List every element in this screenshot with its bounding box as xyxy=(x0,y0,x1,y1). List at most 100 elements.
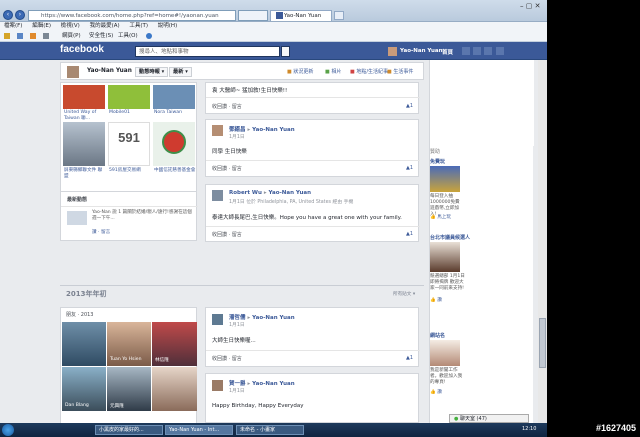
post-time-2[interactable]: 1月1日 xyxy=(229,133,245,140)
chat-sidebar-toggle[interactable]: ● 聊天室 (47) xyxy=(449,414,529,423)
post-author-5[interactable]: 賀一爵 ▸ Yao-Nan Yuan xyxy=(229,379,295,387)
scrollbar-thumb[interactable] xyxy=(539,318,546,368)
like-label-6[interactable]: 中國信託慈善基金會 xyxy=(154,168,196,174)
start-button[interactable] xyxy=(2,424,14,436)
user-avatar[interactable] xyxy=(388,47,397,56)
ad-like-1[interactable]: 👍 馬上玩 xyxy=(430,215,451,221)
menu-tools[interactable]: 工具(T) xyxy=(129,23,148,29)
ad-title-3[interactable]: 網站名 xyxy=(430,332,445,339)
page-menu[interactable]: 網頁(P) xyxy=(62,31,81,42)
profile-name[interactable]: Yao-Nan Yuan xyxy=(87,68,132,74)
ad-image-1[interactable] xyxy=(430,166,460,192)
forward-icon[interactable]: › xyxy=(15,10,25,20)
ctbc-logo-icon xyxy=(162,130,186,154)
ad-like-3[interactable]: 👍 讚 xyxy=(430,390,442,396)
ad-like-2[interactable]: 👍 讚 xyxy=(430,298,442,304)
ad-image-2[interactable] xyxy=(430,242,460,272)
post-author-4[interactable]: 潘哲儒 ▸ Yao-Nan Yuan xyxy=(229,313,295,321)
refresh-stop-icons[interactable] xyxy=(238,10,268,21)
like-thumb-mobile01[interactable] xyxy=(108,85,150,109)
ad-image-3[interactable] xyxy=(430,340,460,366)
post-actions-3[interactable]: 收回讚 · 留言 xyxy=(212,231,242,238)
profile-thumb[interactable] xyxy=(67,66,79,78)
composer-place[interactable]: ■ 地點/生活紀事 xyxy=(350,68,388,75)
post-actions-2[interactable]: 收回讚 · 留言 xyxy=(212,165,242,172)
like-label-5[interactable]: 591房屋交易網 xyxy=(109,168,151,174)
all-posts-link[interactable]: 所有貼文 ▾ xyxy=(393,291,415,297)
composer-life-event[interactable]: ■ 生活事件 xyxy=(387,68,413,75)
messages-icon[interactable] xyxy=(473,47,481,55)
post-avatar-2[interactable] xyxy=(211,124,224,137)
friend-photo-6[interactable] xyxy=(152,367,197,411)
post-likes-2[interactable]: ▲1 xyxy=(406,165,413,171)
like-label-1[interactable]: United Way of Taiwan 聯... xyxy=(64,110,106,121)
like-label-4[interactable]: 屏東縣鄉聯文件 聯盟 xyxy=(64,168,106,179)
post-likes-1[interactable]: ▲1 xyxy=(406,103,413,109)
taskbar-item-3[interactable]: 未命名 - 小畫家 xyxy=(236,425,304,435)
friend-requests-icon[interactable] xyxy=(462,47,470,55)
post-text-2: 同學 生日快樂 xyxy=(212,149,247,155)
clock[interactable]: 12:10 xyxy=(522,426,536,432)
menu-favorites[interactable]: 我的最愛(A) xyxy=(90,23,120,29)
settings-icon[interactable] xyxy=(496,47,504,55)
composer-status[interactable]: ■ 狀況更新 xyxy=(287,68,313,75)
help-icon[interactable] xyxy=(146,33,152,39)
menu-help[interactable]: 說明(H) xyxy=(158,23,177,29)
post-actions-4[interactable]: 收回讚 · 留言 xyxy=(212,355,242,362)
favorites-star-icon[interactable] xyxy=(4,33,10,39)
menu-view[interactable]: 檢視(V) xyxy=(61,23,80,29)
taskbar-item-2[interactable]: Yao-Nan Yuan - Int... xyxy=(165,425,233,435)
post-avatar-3[interactable] xyxy=(211,189,224,202)
new-tab-button[interactable] xyxy=(334,11,344,20)
friend-name-5[interactable]: 林信隆 xyxy=(155,357,169,363)
like-thumb-591[interactable]: 591 xyxy=(108,122,150,166)
like-thumb-ctbc[interactable] xyxy=(153,122,195,166)
taskbar-item-1[interactable]: 小黑皮的家最好的... xyxy=(95,425,163,435)
post-time-3[interactable]: 1月1日 位於 Philadelphia, PA, United States … xyxy=(229,198,353,205)
back-icon[interactable]: ‹ xyxy=(3,10,13,20)
post-actions-1[interactable]: 收回讚 · 留言 xyxy=(212,103,242,110)
post-card-4: 潘哲儒 ▸ Yao-Nan Yuan 1月1日 大師生日快樂喔... 收回讚 ·… xyxy=(205,307,420,367)
menu-edit[interactable]: 編輯(E) xyxy=(32,23,51,29)
friend-photo-1[interactable] xyxy=(62,322,106,366)
ad-title-2[interactable]: 台北市議員候選人 xyxy=(430,234,470,241)
home-icon[interactable] xyxy=(17,33,23,39)
vertical-scrollbar[interactable] xyxy=(538,60,547,423)
post-time-4[interactable]: 1月1日 xyxy=(229,321,245,328)
like-thumb-nora[interactable] xyxy=(153,85,195,109)
print-icon[interactable] xyxy=(43,33,49,39)
like-thumb-united-way[interactable] xyxy=(63,85,105,109)
post-likes-4[interactable]: ▲1 xyxy=(406,355,413,361)
address-bar[interactable]: https://www.facebook.com/home.php?ref=ho… xyxy=(28,10,236,21)
rss-icon[interactable] xyxy=(30,33,36,39)
search-input[interactable]: 搜尋人、地點和事物 xyxy=(135,46,280,57)
friend-name-8[interactable]: 元興隆 xyxy=(110,403,124,409)
like-label-2[interactable]: Mobile01 xyxy=(109,110,151,115)
menu-file[interactable]: 檔案(F) xyxy=(4,23,22,29)
notifications-icon[interactable] xyxy=(484,47,492,55)
latest-dropdown[interactable]: 最新 ▾ xyxy=(169,67,192,77)
safety-menu[interactable]: 安全性(S) xyxy=(89,31,113,42)
ad-title-1[interactable]: 免費玩 xyxy=(430,158,445,165)
sponsored-label: 贊助 xyxy=(430,149,441,155)
recent-thumb[interactable] xyxy=(67,211,87,225)
post-author-3[interactable]: Robert Wu ▸ Yao-Nan Yuan xyxy=(229,190,311,196)
friend-name-7[interactable]: Dan Blang xyxy=(65,403,89,408)
like-label-3[interactable]: Nora Taiwan xyxy=(154,110,196,115)
window-controls[interactable]: – ▢ ✕ xyxy=(520,2,540,10)
tools-menu[interactable]: 工具(O) xyxy=(118,31,138,42)
header-user-name[interactable]: Yao-Nan Yuan xyxy=(400,48,443,54)
post-avatar-4[interactable] xyxy=(211,313,224,326)
timeline-dropdown[interactable]: 動態時報 ▾ xyxy=(135,67,169,77)
post-likes-3[interactable]: ▲1 xyxy=(406,231,413,237)
like-thumb-building[interactable] xyxy=(63,122,105,166)
composer-photo[interactable]: ■ 相片 xyxy=(325,68,341,75)
facebook-logo[interactable]: facebook xyxy=(60,44,104,55)
home-link[interactable]: 首頁 xyxy=(442,48,453,56)
post-avatar-5[interactable] xyxy=(211,379,224,392)
recent-actions[interactable]: 讚 · 留言 xyxy=(92,229,110,235)
friend-name-4[interactable]: Tuan Yo Hsien xyxy=(110,357,142,362)
search-icon[interactable] xyxy=(281,46,290,57)
post-author-2[interactable]: 鄧縉昌 ▸ Yao-Nan Yuan xyxy=(229,125,295,133)
post-time-5[interactable]: 1月1日 xyxy=(229,387,245,394)
